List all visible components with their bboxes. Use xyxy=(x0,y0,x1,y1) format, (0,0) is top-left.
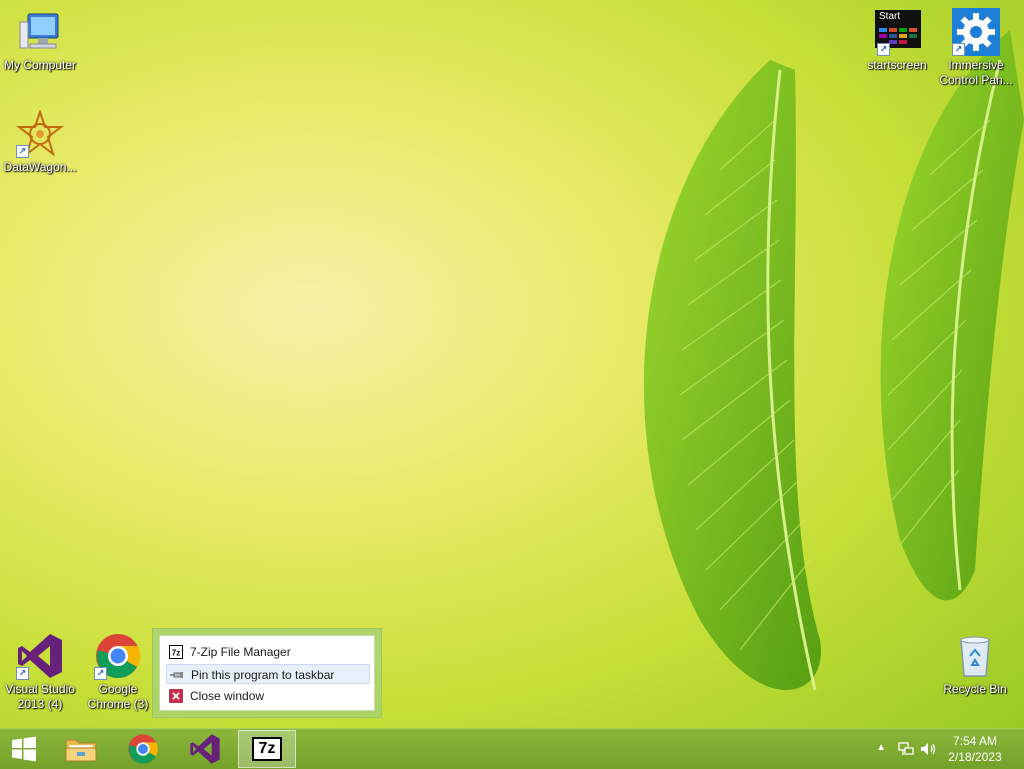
taskbar-clock[interactable]: 7:54 AM 2/18/2023 xyxy=(940,733,1010,765)
7zip-icon: 7z xyxy=(169,645,183,659)
shortcut-arrow-icon: ↗ xyxy=(94,667,107,680)
desktop-icon-startscreen[interactable]: Start ↗ startscreen xyxy=(857,8,937,73)
desktop-icon-label-line1: Google xyxy=(98,682,138,696)
show-hidden-icons-icon[interactable]: ▲ xyxy=(876,742,886,753)
chrome-icon: ↗ xyxy=(94,632,142,680)
computer-icon xyxy=(16,8,64,56)
taskbar-jump-list: 7z 7-Zip File Manager Pin this program t… xyxy=(152,628,382,718)
volume-icon[interactable] xyxy=(920,741,938,757)
visual-studio-icon xyxy=(190,734,220,764)
desktop-icon-label-line2: 2013 (4) xyxy=(17,697,63,711)
chrome-icon xyxy=(128,734,158,764)
windows-logo-icon xyxy=(12,736,36,762)
jump-list-panel: 7z 7-Zip File Manager Pin this program t… xyxy=(159,635,375,711)
desktop-icon-my-computer[interactable]: My Computer xyxy=(0,8,80,73)
taskbar-file-explorer[interactable] xyxy=(53,730,109,768)
desktop-icon-label: My Computer xyxy=(3,58,77,72)
svg-text:7z: 7z xyxy=(172,649,180,658)
desktop-icon-recycle-bin[interactable]: Recycle Bin xyxy=(935,632,1015,697)
desktop-icon-label-line1: Immersive xyxy=(948,58,1004,72)
jump-item-label: Close window xyxy=(190,689,265,703)
7zip-icon-label: 7z xyxy=(258,740,276,757)
network-icon[interactable] xyxy=(898,741,914,757)
start-button[interactable] xyxy=(0,730,48,768)
clock-date: 2/18/2023 xyxy=(948,750,1002,764)
jump-item-label: 7-Zip File Manager xyxy=(190,645,291,659)
7zip-icon: 7z xyxy=(252,737,282,761)
desktop-icon-label: Recycle Bin xyxy=(943,682,1007,696)
desktop-icon-label-line2: Control Pan... xyxy=(939,73,1013,87)
shortcut-arrow-icon: ↗ xyxy=(16,667,29,680)
jump-item-close-window[interactable]: Close window xyxy=(166,686,370,706)
taskbar-google-chrome[interactable] xyxy=(115,730,171,768)
close-icon xyxy=(169,689,183,703)
desktop-icon-label: startscreen xyxy=(867,58,927,72)
shortcut-arrow-icon: ↗ xyxy=(952,43,965,56)
desktop-icon-label: DataWagon... xyxy=(3,160,77,174)
shortcut-arrow-icon: ↗ xyxy=(877,43,890,56)
desktop-icon-label-line1: Visual Studio xyxy=(5,682,75,696)
jump-item-pin-to-taskbar[interactable]: Pin this program to taskbar xyxy=(166,664,370,684)
pin-icon xyxy=(170,668,184,682)
desktop-icon-visual-studio[interactable]: ↗ Visual Studio 2013 (4) xyxy=(0,632,80,712)
gear-icon: ↗ xyxy=(952,8,1000,56)
desktop-icon-google-chrome[interactable]: ↗ Google Chrome (3) xyxy=(78,632,158,712)
desktop-icon-label-line2: Chrome (3) xyxy=(87,697,149,711)
taskbar: 7z ▲ 7:54 AM 2/18/2023 xyxy=(0,728,1024,769)
startscreen-icon: Start ↗ xyxy=(873,8,921,56)
recycle-bin-icon xyxy=(951,632,999,680)
visual-studio-icon: ↗ xyxy=(16,632,64,680)
datawagon-icon: ↗ xyxy=(16,108,64,158)
jump-item-7zip-file-manager[interactable]: 7z 7-Zip File Manager xyxy=(166,642,370,662)
desktop-icon-immersive-control-panel[interactable]: ↗ Immersive Control Pan... xyxy=(936,8,1016,88)
desktop-icon-datawagon[interactable]: ↗ DataWagon... xyxy=(0,108,80,175)
jump-item-label: Pin this program to taskbar xyxy=(191,668,335,682)
folder-icon xyxy=(65,739,97,762)
clock-time: 7:54 AM xyxy=(952,734,998,748)
wallpaper-leaves xyxy=(643,30,1024,691)
shortcut-arrow-icon: ↗ xyxy=(16,145,29,158)
taskbar-visual-studio[interactable] xyxy=(177,730,233,768)
taskbar-7zip-file-manager[interactable]: 7z xyxy=(238,730,296,768)
